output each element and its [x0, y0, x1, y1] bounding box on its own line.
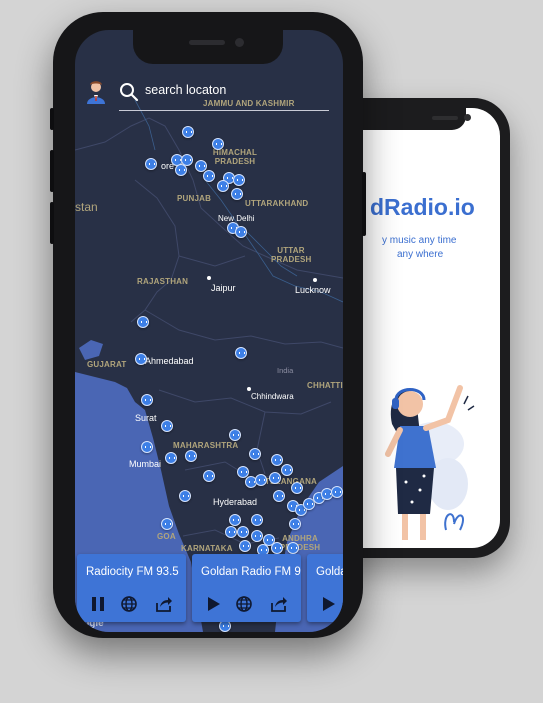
search-input[interactable]: search locaton [145, 83, 226, 97]
station-card[interactable]: Radiocity FM 93.5 [77, 554, 186, 622]
station-marker[interactable] [185, 450, 197, 462]
station-marker[interactable] [271, 454, 283, 466]
city-label: Ahmedabad [145, 356, 194, 366]
station-marker[interactable] [175, 164, 187, 176]
station-marker[interactable] [271, 542, 283, 554]
station-marker[interactable] [165, 452, 177, 464]
station-marker[interactable] [141, 441, 153, 453]
map-region-label: UTTARAKHAND [245, 199, 309, 208]
station-card-name: Golda [316, 566, 343, 578]
station-marker[interactable] [229, 514, 241, 526]
station-marker[interactable] [135, 353, 147, 365]
station-card-name: Radiocity FM 93.5 [86, 566, 179, 578]
city-dot [247, 387, 251, 391]
station-marker[interactable] [237, 526, 249, 538]
station-marker[interactable] [233, 174, 245, 186]
map-region-label: RAJASTHAN [137, 277, 189, 286]
station-card[interactable]: Golda [307, 554, 343, 622]
station-marker[interactable] [212, 138, 224, 150]
globe-icon[interactable] [235, 595, 253, 613]
station-marker[interactable] [331, 486, 343, 498]
station-marker[interactable] [249, 448, 261, 460]
station-marker[interactable] [203, 170, 215, 182]
map-screen: JAMMU AND KASHMIR HIMACHAL PRADESH PUNJA… [75, 30, 343, 632]
city-label: Jaipur [211, 283, 236, 293]
app-brand-title: dRadio.io [370, 194, 475, 220]
volume-down-button [50, 202, 54, 244]
music-girl-illustration [385, 385, 475, 540]
map-region-label: CHHATTI [307, 381, 343, 390]
search-underline [119, 110, 329, 111]
power-button [362, 172, 366, 236]
share-icon[interactable] [270, 595, 288, 613]
station-marker[interactable] [235, 347, 247, 359]
tagline-line-1: y music any time [382, 235, 457, 246]
map-region-label: HIMACHAL PRADESH [212, 148, 258, 166]
city-label: Chhindwara [251, 392, 294, 401]
front-phone-device: JAMMU AND KASHMIR HIMACHAL PRADESH PUNJA… [50, 12, 366, 638]
station-card-name: Goldan Radio FM 9... [201, 566, 301, 578]
station-marker[interactable] [182, 126, 194, 138]
station-marker[interactable] [281, 464, 293, 476]
map-region-label: MAHARASHTRA [173, 441, 239, 450]
station-marker[interactable] [231, 188, 243, 200]
station-marker[interactable] [203, 470, 215, 482]
station-marker[interactable] [251, 514, 263, 526]
front-phone-notch [133, 30, 283, 64]
play-icon[interactable] [204, 595, 222, 613]
play-icon[interactable] [319, 595, 337, 613]
city-label: Hyderabad [213, 497, 258, 507]
map-region-label: GUJARAT [87, 360, 127, 369]
station-marker[interactable] [235, 226, 247, 238]
city-label: New Delhi [218, 214, 255, 223]
globe-icon[interactable] [120, 595, 138, 613]
station-marker[interactable] [251, 530, 263, 542]
station-marker[interactable] [273, 490, 285, 502]
map-region-label: JAMMU AND KASHMIR [203, 99, 295, 108]
map-region-label: UTTAR PRADESH [271, 246, 312, 264]
station-marker[interactable] [229, 429, 241, 441]
station-marker[interactable] [269, 472, 281, 484]
station-marker[interactable] [289, 518, 301, 530]
mute-switch [50, 108, 54, 130]
station-marker[interactable] [287, 542, 299, 554]
station-marker[interactable] [161, 420, 173, 432]
map-region-label: GOA [157, 532, 176, 541]
station-marker[interactable] [225, 526, 237, 538]
station-marker[interactable] [239, 540, 251, 552]
station-card[interactable]: Goldan Radio FM 9... [192, 554, 301, 622]
search-icon[interactable] [119, 82, 139, 102]
station-marker[interactable] [141, 394, 153, 406]
pause-icon[interactable] [89, 595, 107, 613]
station-marker[interactable] [137, 316, 149, 328]
station-marker[interactable] [161, 518, 173, 530]
station-marker[interactable] [291, 482, 303, 494]
share-icon[interactable] [155, 595, 173, 613]
city-label: Surat [135, 413, 157, 423]
country-label: stan [75, 200, 98, 214]
station-marker[interactable] [217, 180, 229, 192]
map-region-label: KARNATAKA [181, 544, 233, 553]
map-region-label: PUNJAB [177, 194, 212, 203]
volume-up-button [50, 150, 54, 192]
station-marker[interactable] [145, 158, 157, 170]
tagline-line-2: any where [397, 249, 444, 260]
city-dot [207, 276, 211, 280]
station-marker[interactable] [255, 474, 267, 486]
city-label: Mumbai [129, 459, 162, 469]
user-avatar-icon[interactable] [85, 80, 107, 104]
city-dot [313, 278, 317, 282]
station-marker[interactable] [179, 490, 191, 502]
city-label: Lucknow [295, 285, 331, 295]
country-label: India [277, 366, 294, 375]
